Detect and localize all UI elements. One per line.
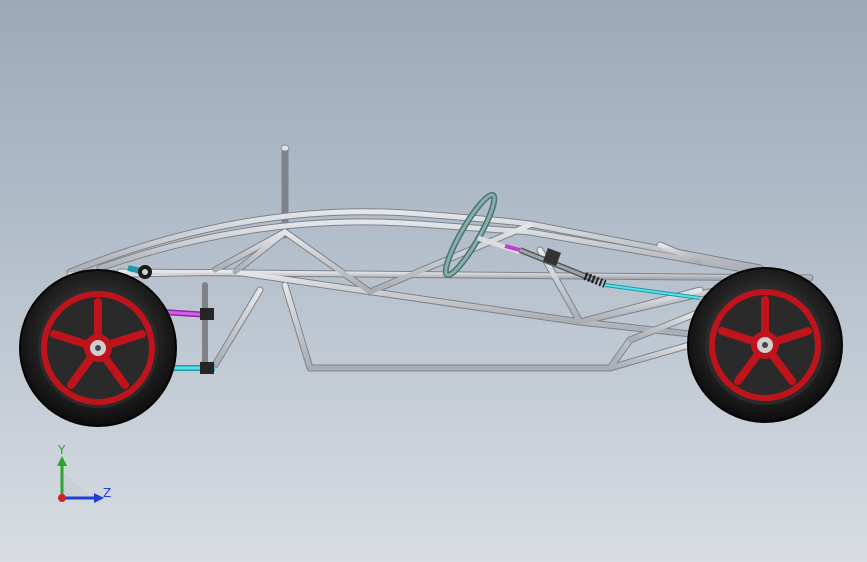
front-wheel — [19, 269, 177, 427]
orientation-triad[interactable]: Y Z — [57, 443, 111, 503]
origin-dot — [58, 494, 66, 502]
rear-wheel — [687, 267, 843, 423]
y-axis-label: Y — [57, 443, 66, 457]
chassis-model[interactable]: Y Z — [0, 0, 867, 562]
cad-viewport[interactable]: Y Z — [0, 0, 867, 562]
z-axis-label: Z — [103, 486, 111, 500]
